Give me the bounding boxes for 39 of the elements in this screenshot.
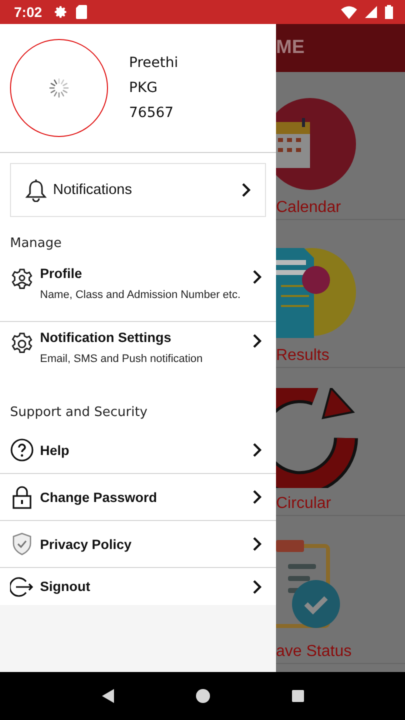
sd-card-icon <box>76 5 88 19</box>
section-heading: Support and Security <box>9 404 148 422</box>
shield-icon <box>10 532 34 556</box>
admission-number: 76567 <box>129 105 175 121</box>
menu-item[interactable]: Notification Settings Email, SMS and Push notification <box>0 322 276 386</box>
menu-item-subtitle: Email, SMS and Push notification <box>40 353 204 365</box>
bell-icon <box>25 178 47 202</box>
menu-item[interactable]: Signout <box>0 568 276 605</box>
chevron-right-icon <box>252 269 262 285</box>
chevron-right-icon <box>252 536 262 552</box>
back-icon[interactable] <box>100 688 116 704</box>
student-class: PKG <box>129 80 158 96</box>
menu-item[interactable]: Change Password <box>0 474 276 521</box>
chevron-right-icon <box>252 333 262 349</box>
menu-item[interactable]: Help <box>0 427 276 474</box>
home-icon[interactable] <box>195 688 212 704</box>
section-heading: Manage <box>9 235 63 253</box>
chevron-right-icon <box>241 182 251 198</box>
profile-gear-icon <box>10 268 34 292</box>
chevron-right-icon <box>252 442 262 458</box>
menu-item[interactable]: Privacy Policy <box>0 521 276 568</box>
help-icon <box>10 438 34 462</box>
wifi-icon <box>341 6 357 18</box>
clock: 7:02 <box>14 4 42 20</box>
circular-arrow-icon <box>276 388 358 488</box>
menu-item-subtitle: Name, Class and Admission Number etc. <box>40 289 242 301</box>
settings-icon <box>54 5 68 19</box>
student-name: Preethi <box>129 55 178 71</box>
lock-icon <box>10 485 34 509</box>
chevron-right-icon <box>252 489 262 505</box>
settings-icon <box>10 332 34 356</box>
chevron-right-icon <box>252 578 262 594</box>
loading-spinner-icon <box>49 78 69 98</box>
recents-icon[interactable] <box>291 689 306 703</box>
app-title: ME <box>276 37 304 59</box>
battery-icon <box>385 5 393 19</box>
signout-icon <box>10 574 34 598</box>
signal-icon <box>365 6 377 18</box>
notifications-button[interactable]: Notifications <box>10 163 266 217</box>
